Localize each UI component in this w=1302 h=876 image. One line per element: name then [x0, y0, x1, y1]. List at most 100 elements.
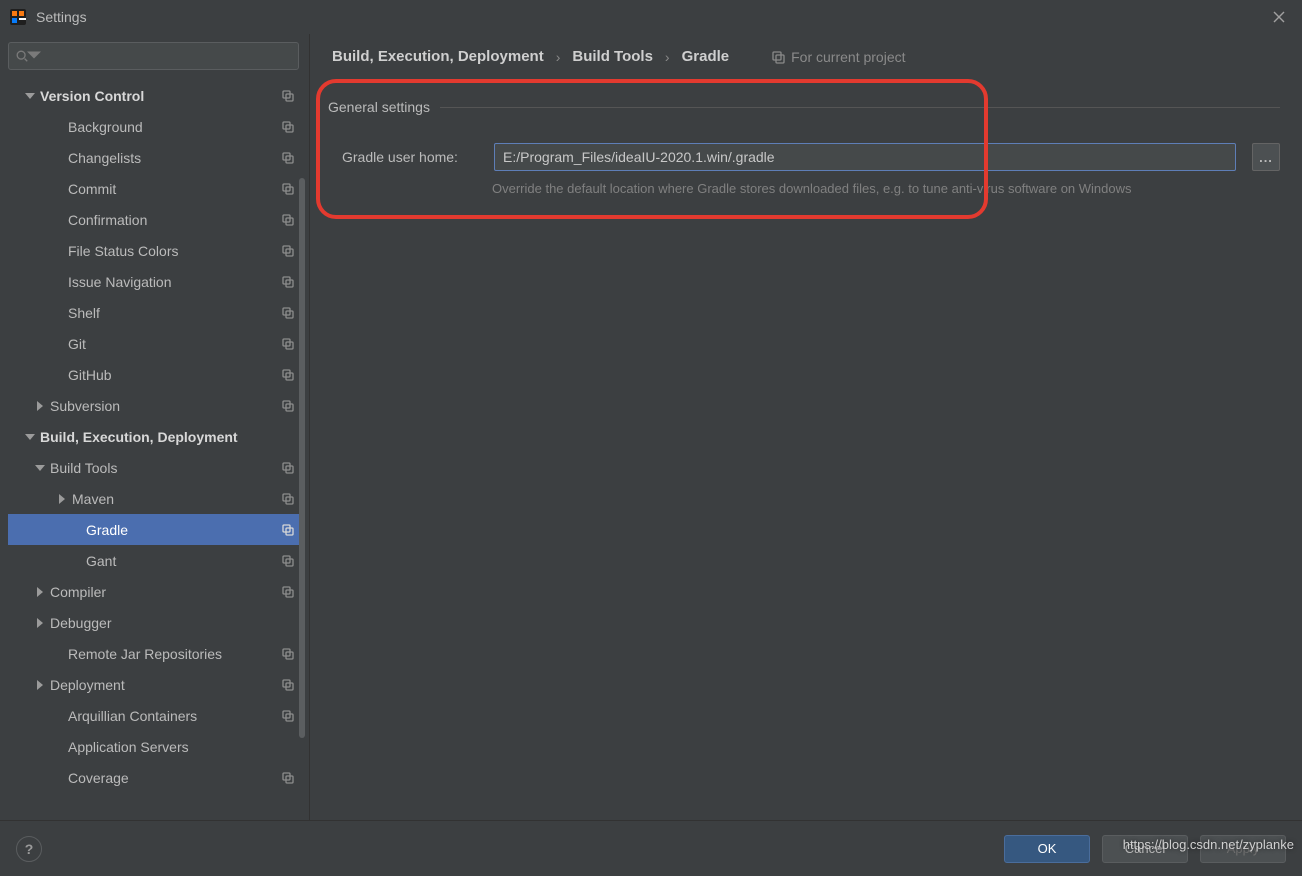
- sidebar-item-label: File Status Colors: [68, 243, 281, 259]
- section-title: General settings: [328, 99, 440, 115]
- search-options-icon[interactable]: [27, 48, 41, 65]
- scope-hint: For current project: [771, 49, 905, 65]
- sidebar-item-label: Debugger: [50, 615, 295, 631]
- sidebar-scrollbar[interactable]: [299, 178, 305, 738]
- sidebar-item-label: Confirmation: [68, 212, 281, 228]
- sidebar-item-label: Gradle: [86, 522, 281, 538]
- project-settings-icon: [281, 89, 295, 103]
- sidebar-item-issue-navigation[interactable]: Issue Navigation: [8, 266, 305, 297]
- project-settings-icon: [281, 647, 295, 661]
- sidebar-item-gant[interactable]: Gant: [8, 545, 305, 576]
- general-settings-section: General settings Gradle user home: ... O…: [328, 99, 1280, 196]
- sidebar-item-changelists[interactable]: Changelists: [8, 142, 305, 173]
- sidebar-item-deployment[interactable]: Deployment: [8, 669, 305, 700]
- sidebar-item-confirmation[interactable]: Confirmation: [8, 204, 305, 235]
- breadcrumb-item[interactable]: Build, Execution, Deployment: [332, 48, 544, 65]
- watermark: https://blog.csdn.net/zyplanke: [1123, 837, 1294, 852]
- chevron-right-icon[interactable]: [34, 401, 46, 411]
- sidebar-item-label: Remote Jar Repositories: [68, 646, 281, 662]
- project-settings-icon: [281, 306, 295, 320]
- search-field[interactable]: [45, 49, 292, 64]
- gradle-home-label: Gradle user home:: [342, 149, 478, 165]
- scope-hint-label: For current project: [791, 49, 905, 65]
- sidebar-item-gradle[interactable]: Gradle: [8, 514, 305, 545]
- project-settings-icon: [281, 337, 295, 351]
- project-settings-icon: [281, 120, 295, 134]
- gradle-home-field[interactable]: [494, 143, 1236, 171]
- project-settings-icon: [281, 275, 295, 289]
- sidebar-item-label: Commit: [68, 181, 281, 197]
- dialog-footer: ? OK Cancel Apply https://blog.csdn.net/…: [0, 820, 1302, 876]
- titlebar: Settings: [0, 0, 1302, 34]
- sidebar-item-build-execution-deployment[interactable]: Build, Execution, Deployment: [8, 421, 305, 452]
- sidebar-item-label: Shelf: [68, 305, 281, 321]
- sidebar-item-label: Deployment: [50, 677, 281, 693]
- project-settings-icon: [281, 399, 295, 413]
- chevron-down-icon[interactable]: [24, 93, 36, 99]
- sidebar-item-github[interactable]: GitHub: [8, 359, 305, 390]
- sidebar-item-label: Background: [68, 119, 281, 135]
- sidebar-item-label: Git: [68, 336, 281, 352]
- sidebar-item-arquillian-containers[interactable]: Arquillian Containers: [8, 700, 305, 731]
- project-settings-icon: [281, 461, 295, 475]
- browse-button[interactable]: ...: [1252, 143, 1280, 171]
- sidebar-item-debugger[interactable]: Debugger: [8, 607, 305, 638]
- chevron-right-icon[interactable]: [34, 618, 46, 628]
- sidebar-item-label: GitHub: [68, 367, 281, 383]
- chevron-down-icon[interactable]: [24, 434, 36, 440]
- settings-sidebar: Version Control Background Changelists Comm…: [0, 34, 310, 820]
- window-title: Settings: [36, 9, 87, 25]
- sidebar-item-label: Application Servers: [68, 739, 295, 755]
- sidebar-item-maven[interactable]: Maven: [8, 483, 305, 514]
- breadcrumb: Build, Execution, Deployment › Build Too…: [328, 48, 1280, 65]
- sidebar-item-label: Arquillian Containers: [68, 708, 281, 724]
- sidebar-item-coverage[interactable]: Coverage: [8, 762, 305, 793]
- sidebar-item-file-status-colors[interactable]: File Status Colors: [8, 235, 305, 266]
- ok-button[interactable]: OK: [1004, 835, 1090, 863]
- sidebar-item-label: Changelists: [68, 150, 281, 166]
- section-divider: [440, 107, 1280, 108]
- chevron-right-icon[interactable]: [34, 587, 46, 597]
- settings-tree: Version Control Background Changelists Comm…: [8, 80, 305, 820]
- breadcrumb-item[interactable]: Gradle: [682, 48, 730, 65]
- help-button[interactable]: ?: [16, 836, 42, 862]
- breadcrumb-item[interactable]: Build Tools: [572, 48, 653, 65]
- sidebar-item-background[interactable]: Background: [8, 111, 305, 142]
- project-settings-icon: [281, 368, 295, 382]
- chevron-down-icon[interactable]: [34, 465, 46, 471]
- sidebar-item-label: Build Tools: [50, 460, 281, 476]
- close-icon[interactable]: [1270, 8, 1288, 26]
- sidebar-item-label: Subversion: [50, 398, 281, 414]
- project-settings-icon: [281, 709, 295, 723]
- sidebar-item-application-servers[interactable]: Application Servers: [8, 731, 305, 762]
- app-icon: [10, 9, 26, 25]
- project-settings-icon: [281, 554, 295, 568]
- project-settings-icon: [281, 585, 295, 599]
- settings-main: Build, Execution, Deployment › Build Too…: [310, 34, 1302, 820]
- chevron-right-icon[interactable]: [56, 494, 68, 504]
- project-settings-icon: [281, 182, 295, 196]
- sidebar-item-label: Gant: [86, 553, 281, 569]
- sidebar-item-label: Build, Execution, Deployment: [40, 429, 295, 445]
- sidebar-item-subversion[interactable]: Subversion: [8, 390, 305, 421]
- sidebar-item-commit[interactable]: Commit: [8, 173, 305, 204]
- sidebar-item-version-control[interactable]: Version Control: [8, 80, 305, 111]
- project-settings-icon: [281, 678, 295, 692]
- project-settings-icon: [281, 523, 295, 537]
- sidebar-item-build-tools[interactable]: Build Tools: [8, 452, 305, 483]
- gradle-home-hint: Override the default location where Grad…: [328, 181, 1280, 196]
- sidebar-item-shelf[interactable]: Shelf: [8, 297, 305, 328]
- sidebar-item-label: Compiler: [50, 584, 281, 600]
- chevron-right-icon: ›: [665, 49, 670, 65]
- sidebar-item-compiler[interactable]: Compiler: [8, 576, 305, 607]
- chevron-right-icon[interactable]: [34, 680, 46, 690]
- chevron-right-icon: ›: [556, 49, 561, 65]
- project-settings-icon: [281, 244, 295, 258]
- search-input[interactable]: [8, 42, 299, 70]
- sidebar-item-label: Maven: [72, 491, 281, 507]
- project-settings-icon: [281, 492, 295, 506]
- project-settings-icon: [281, 213, 295, 227]
- sidebar-item-remote-jar-repositories[interactable]: Remote Jar Repositories: [8, 638, 305, 669]
- sidebar-item-git[interactable]: Git: [8, 328, 305, 359]
- project-settings-icon: [281, 771, 295, 785]
